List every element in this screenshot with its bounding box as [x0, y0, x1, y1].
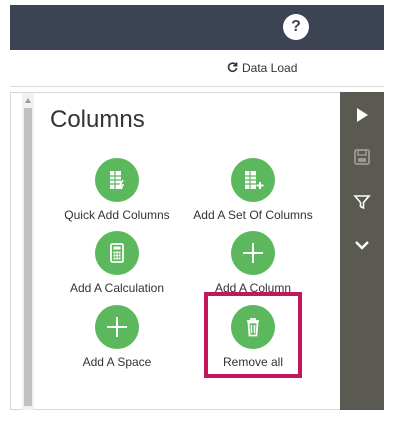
run-button[interactable] — [340, 102, 384, 132]
help-button[interactable]: ? — [283, 14, 309, 40]
action-label: Add A Set Of Columns — [193, 208, 313, 222]
top-bar: ? — [10, 5, 384, 50]
scroll-up-arrow[interactable] — [22, 96, 34, 106]
quick-add-columns-button[interactable]: Quick Add Columns — [47, 158, 187, 222]
expand-button[interactable] — [340, 232, 384, 262]
action-label: Add A Space — [82, 355, 152, 369]
plus-icon — [95, 305, 139, 349]
scrollbar[interactable] — [22, 93, 34, 410]
add-space-button[interactable]: Add A Space — [47, 305, 187, 369]
quick-add-columns-icon — [95, 158, 139, 202]
action-label: Add A Calculation — [69, 281, 165, 295]
refresh-icon — [226, 60, 239, 76]
plus-icon — [231, 231, 275, 275]
divider — [10, 86, 384, 87]
add-column-button[interactable]: Add A Column — [183, 231, 323, 295]
add-column-set-button[interactable]: Add A Set Of Columns — [183, 158, 323, 222]
action-label: Quick Add Columns — [64, 208, 170, 222]
data-load-link[interactable]: Data Load — [226, 60, 297, 76]
panel-title: Columns — [50, 106, 145, 133]
add-column-set-icon — [231, 158, 275, 202]
data-load-label: Data Load — [242, 61, 298, 75]
filter-icon — [353, 193, 371, 216]
calculator-icon — [95, 231, 139, 275]
highlight-box — [204, 292, 302, 378]
play-icon — [353, 106, 371, 129]
scrollbar-thumb[interactable] — [24, 108, 32, 406]
filter-button[interactable] — [340, 189, 384, 219]
save-icon — [353, 148, 371, 171]
add-calculation-button[interactable]: Add A Calculation — [47, 231, 187, 295]
right-toolbar — [340, 92, 384, 410]
save-button[interactable] — [340, 144, 384, 174]
chevron-down-icon — [353, 236, 371, 259]
